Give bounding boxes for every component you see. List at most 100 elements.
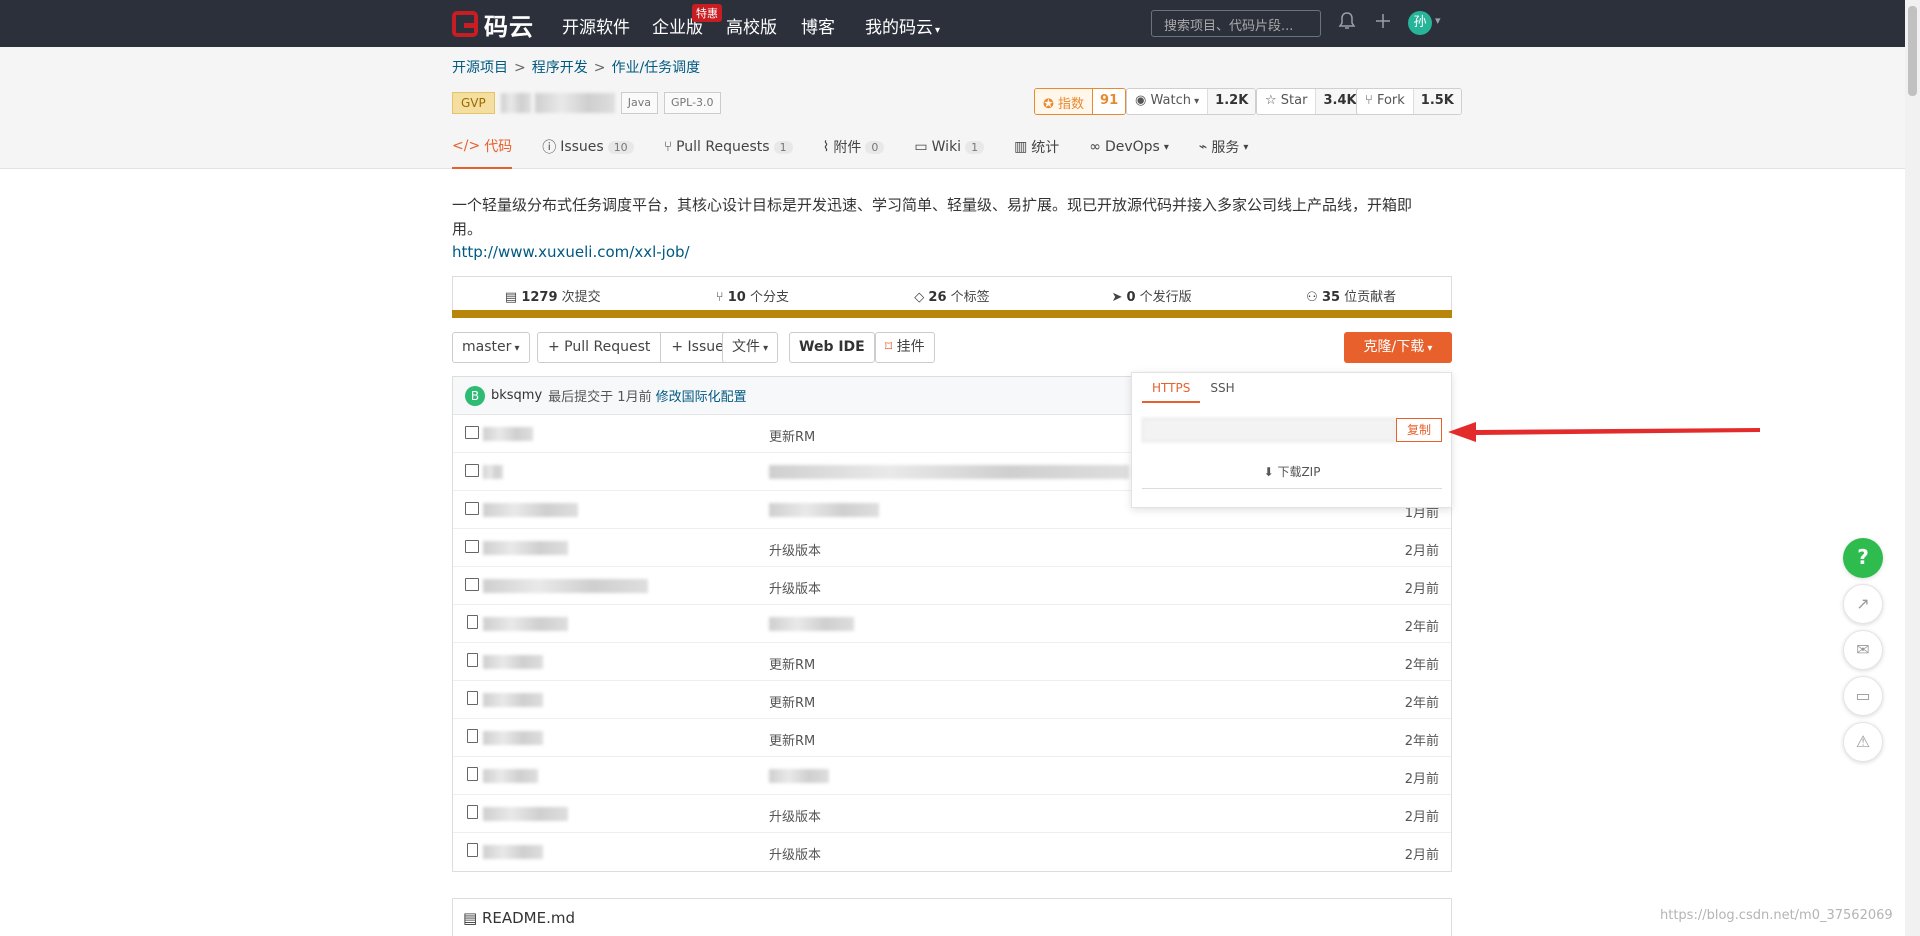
search-input[interactable]: 搜索项目、代码片段... bbox=[1151, 10, 1321, 37]
help-button[interactable]: ? bbox=[1843, 538, 1883, 578]
clone-download-button[interactable]: 克隆/下载 ▾ bbox=[1344, 332, 1452, 363]
file-commit-message-blurred[interactable] bbox=[769, 503, 879, 517]
gvp-badge[interactable]: GVP bbox=[452, 92, 495, 114]
readme-header[interactable]: ▤ README.md bbox=[452, 898, 1452, 936]
file-name-blurred[interactable] bbox=[483, 579, 648, 593]
warning-icon[interactable]: ⚠ bbox=[1843, 722, 1883, 762]
nav-university[interactable]: 高校版 bbox=[726, 13, 777, 38]
branch-select[interactable]: master ▾ bbox=[452, 332, 530, 363]
file-commit-message[interactable]: 更新RM bbox=[769, 654, 815, 673]
breadcrumb-item[interactable]: 作业/任务调度 bbox=[611, 60, 700, 76]
file-name-blurred[interactable] bbox=[483, 617, 568, 631]
file-row[interactable]: 升级版本 2月前 bbox=[453, 567, 1451, 605]
tab-issues[interactable]: ⓘ Issues 10 bbox=[542, 135, 634, 169]
file-row[interactable]: 2月前 bbox=[453, 757, 1451, 795]
tab-wiki[interactable]: ▭ Wiki 1 bbox=[914, 135, 985, 169]
file-row[interactable]: 更新RM 2年前 bbox=[453, 643, 1451, 681]
tab-code[interactable]: </> 代码 bbox=[452, 135, 513, 169]
mail-icon[interactable]: ✉ bbox=[1843, 630, 1883, 670]
comment-icon[interactable]: ▭ bbox=[1843, 676, 1883, 716]
nav-my-gitee[interactable]: 我的码云 ▾ bbox=[865, 13, 940, 38]
project-title-row: GVP Java GPL-3.0 bbox=[452, 92, 721, 114]
tab-statistics[interactable]: ▥ 统计 bbox=[1014, 135, 1059, 169]
file-name-blurred[interactable] bbox=[483, 655, 543, 669]
homepage-link[interactable]: http://www.xuxueli.com/xxl-job/ bbox=[452, 243, 690, 261]
file-name-blurred[interactable] bbox=[483, 427, 533, 441]
nav-blog[interactable]: 博客 bbox=[801, 13, 835, 38]
file-commit-message[interactable]: 升级版本 bbox=[769, 844, 821, 863]
new-pull-request-button[interactable]: + Pull Request bbox=[538, 333, 660, 362]
file-name-blurred[interactable] bbox=[483, 845, 543, 859]
language-tag[interactable]: Java bbox=[620, 92, 658, 114]
copy-button[interactable]: 复制 bbox=[1396, 418, 1442, 442]
nav-open-source[interactable]: 开源软件 bbox=[562, 13, 630, 38]
file-row[interactable]: 2年前 bbox=[453, 605, 1451, 643]
file-commit-message-blurred[interactable] bbox=[769, 769, 829, 783]
project-owner-blurred bbox=[500, 93, 531, 113]
file-commit-message[interactable]: 更新RM bbox=[769, 730, 815, 749]
book-icon: ▭ bbox=[914, 139, 928, 155]
branch-icon: ⑂ bbox=[715, 290, 728, 305]
breadcrumb-item[interactable]: 开源项目 bbox=[452, 60, 508, 76]
file-commit-message[interactable]: 更新RM bbox=[769, 692, 815, 711]
fork-stat[interactable]: ⑂ Fork 1.5K bbox=[1356, 88, 1462, 115]
file-row[interactable]: 更新RM 2年前 bbox=[453, 681, 1451, 719]
language-bar[interactable] bbox=[452, 310, 1452, 318]
breadcrumb-item[interactable]: 程序开发 bbox=[532, 60, 588, 76]
scroll-thumb[interactable] bbox=[1908, 6, 1917, 96]
edit-share-icon[interactable]: ↗ bbox=[1843, 584, 1883, 624]
file-name-blurred[interactable] bbox=[483, 769, 538, 783]
file-row[interactable]: 更新RM 2年前 bbox=[453, 719, 1451, 757]
file-icon bbox=[467, 767, 478, 781]
file-row[interactable]: 升级版本 2月前 bbox=[453, 795, 1451, 833]
commit-author[interactable]: bksqmy bbox=[491, 388, 542, 403]
file-commit-message-blurred[interactable] bbox=[769, 465, 1129, 479]
file-name-blurred[interactable] bbox=[483, 503, 578, 517]
tab-services[interactable]: ⌁ 服务 ▾ bbox=[1199, 135, 1248, 169]
tab-attachments[interactable]: ⌇ 附件 0 bbox=[823, 135, 885, 169]
clone-url-field[interactable] bbox=[1142, 418, 1396, 442]
chevron-down-icon[interactable]: ▾ bbox=[1435, 14, 1441, 27]
watch-stat[interactable]: ◉ Watch ▾ 1.2K bbox=[1126, 88, 1257, 115]
summary-text: 个发行版 bbox=[1139, 290, 1192, 305]
file-row[interactable]: 升级版本 2月前 bbox=[453, 833, 1451, 871]
file-name-blurred[interactable] bbox=[483, 541, 568, 555]
file-commit-message-blurred[interactable] bbox=[769, 617, 854, 631]
download-zip-link[interactable]: ⬇ 下载ZIP bbox=[1142, 463, 1442, 489]
avatar[interactable]: B bbox=[465, 385, 485, 406]
folder-icon bbox=[465, 502, 479, 515]
avatar[interactable]: 孙 bbox=[1408, 11, 1432, 35]
file-commit-message[interactable]: 升级版本 bbox=[769, 806, 821, 825]
summary-text: 位贡献者 bbox=[1344, 290, 1397, 305]
file-name-blurred[interactable] bbox=[483, 807, 568, 821]
chevron-down-icon: ▾ bbox=[511, 343, 520, 354]
bell-icon[interactable] bbox=[1338, 11, 1356, 36]
pr-issue-group: + Pull Request + Issue bbox=[537, 332, 735, 363]
page-scrollbar[interactable] bbox=[1905, 0, 1920, 936]
widget-button[interactable]: ⌑ 挂件 bbox=[875, 332, 935, 363]
tab-pull-requests[interactable]: ⑂ Pull Requests 1 bbox=[664, 135, 793, 169]
web-ide-button[interactable]: Web IDE bbox=[789, 332, 875, 363]
file-commit-message[interactable]: 升级版本 bbox=[769, 540, 821, 559]
tab-https[interactable]: HTTPS bbox=[1142, 381, 1201, 403]
file-name-blurred[interactable] bbox=[483, 465, 503, 479]
file-menu-button[interactable]: 文件 ▾ bbox=[722, 332, 779, 363]
file-commit-message[interactable]: 升级版本 bbox=[769, 578, 821, 597]
logo[interactable]: 码云 bbox=[452, 9, 534, 41]
summary-text: 次提交 bbox=[561, 290, 601, 305]
index-label: 指数 bbox=[1058, 97, 1085, 112]
file-menu-label: 文件 bbox=[732, 339, 760, 355]
file-commit-message[interactable]: 更新RM bbox=[769, 426, 815, 445]
index-stat[interactable]: ✪ 指数 91 bbox=[1034, 88, 1127, 115]
plus-icon[interactable] bbox=[1374, 11, 1392, 35]
file-row[interactable]: 升级版本 2月前 bbox=[453, 529, 1451, 567]
project-name-blurred[interactable] bbox=[534, 93, 615, 113]
star-stat[interactable]: ☆ Star 3.4K bbox=[1256, 88, 1365, 115]
file-name-blurred[interactable] bbox=[483, 731, 543, 745]
file-name-blurred[interactable] bbox=[483, 693, 543, 707]
tab-ssh[interactable]: SSH bbox=[1200, 381, 1244, 403]
license-tag[interactable]: GPL-3.0 bbox=[664, 92, 721, 114]
commit-message[interactable]: 修改国际化配置 bbox=[656, 386, 747, 405]
file-icon bbox=[467, 691, 478, 705]
tab-devops[interactable]: ∞ DevOps ▾ bbox=[1089, 135, 1169, 169]
